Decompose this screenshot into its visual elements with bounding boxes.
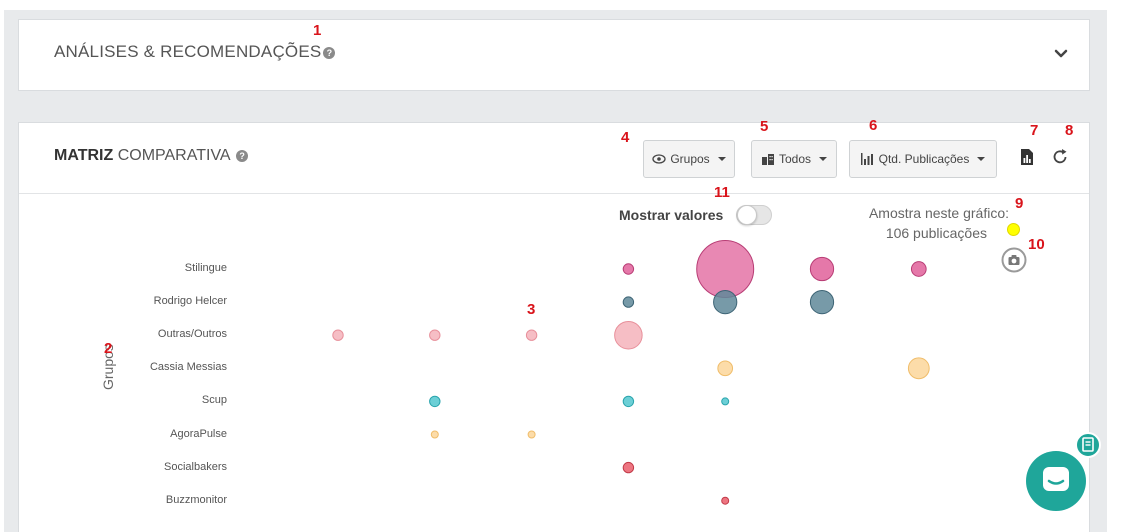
pdf-chart-icon[interactable] <box>1017 147 1037 167</box>
analises-title-text: ANÁLISES & RECOMENDAÇÕES <box>54 42 322 61</box>
sample-info: Amostra neste gráfico: 106 publicações <box>839 203 1009 243</box>
matriz-title: MATRIZ COMPARATIVA ? <box>54 147 249 165</box>
eye-icon <box>652 154 666 164</box>
refresh-icon[interactable] <box>1050 147 1070 167</box>
sample-line-1: Amostra neste gráfico: <box>868 205 1009 221</box>
building-icon <box>761 153 774 165</box>
sample-color-dot <box>1007 223 1020 236</box>
camera-icon[interactable] <box>1001 247 1027 273</box>
all-button-label: Todos <box>778 152 812 166</box>
category-label: Buzzmonitor <box>165 493 227 506</box>
annotation-2: 2 <box>104 340 113 357</box>
chat-icon <box>1043 467 1069 491</box>
toggle-knob <box>737 205 757 225</box>
annotation-4: 4 <box>621 129 630 146</box>
category-label: AgoraPulse <box>170 427 227 440</box>
chat-launcher[interactable] <box>1026 451 1086 511</box>
note-icon <box>1082 437 1094 452</box>
matriz-title-bold: MATRIZ <box>54 147 114 164</box>
annotation-6: 6 <box>869 117 878 134</box>
analises-panel: ANÁLISES & RECOMENDAÇÕES? <box>18 19 1090 91</box>
all-dropdown-button[interactable]: Todos <box>751 140 837 178</box>
metric-dropdown-button[interactable]: Qtd. Publicações <box>849 140 997 178</box>
annotation-9: 9 <box>1015 195 1024 212</box>
bar-chart-icon <box>860 153 873 165</box>
chat-notes-button[interactable] <box>1075 432 1101 458</box>
show-values-label: Mostrar valores <box>619 207 724 223</box>
panel-divider <box>19 193 1089 194</box>
caret-down-icon <box>977 157 986 161</box>
annotation-7: 7 <box>1030 122 1039 139</box>
annotation-8: 8 <box>1065 122 1074 139</box>
matriz-title-rest: COMPARATIVA <box>113 147 230 164</box>
annotation-1: 1 <box>313 22 322 39</box>
annotation-10: 10 <box>1028 236 1045 253</box>
annotation-5: 5 <box>760 118 769 135</box>
category-label: Cassia Messias <box>149 361 227 374</box>
category-label: Outras/Outros <box>157 328 227 341</box>
annotation-11: 11 <box>714 184 730 201</box>
caret-down-icon <box>819 157 828 161</box>
question-icon[interactable]: ? <box>323 47 336 59</box>
category-label: Rodrigo Helcer <box>153 295 227 308</box>
question-icon[interactable]: ? <box>236 150 249 162</box>
analises-title: ANÁLISES & RECOMENDAÇÕES? <box>54 42 336 62</box>
metric-button-label: Qtd. Publicações <box>878 152 970 166</box>
caret-down-icon <box>717 157 726 161</box>
category-label: Socialbakers <box>164 460 227 473</box>
annotation-3: 3 <box>527 301 536 318</box>
groups-dropdown-button[interactable]: Grupos <box>643 140 735 178</box>
groups-button-label: Grupos <box>670 152 710 166</box>
category-label: Scup <box>201 394 227 407</box>
sample-line-2: 106 publicações <box>885 225 987 241</box>
category-label: Stilingue <box>184 262 227 274</box>
chevron-down-icon[interactable] <box>1051 44 1071 64</box>
show-values-toggle[interactable] <box>736 205 772 225</box>
